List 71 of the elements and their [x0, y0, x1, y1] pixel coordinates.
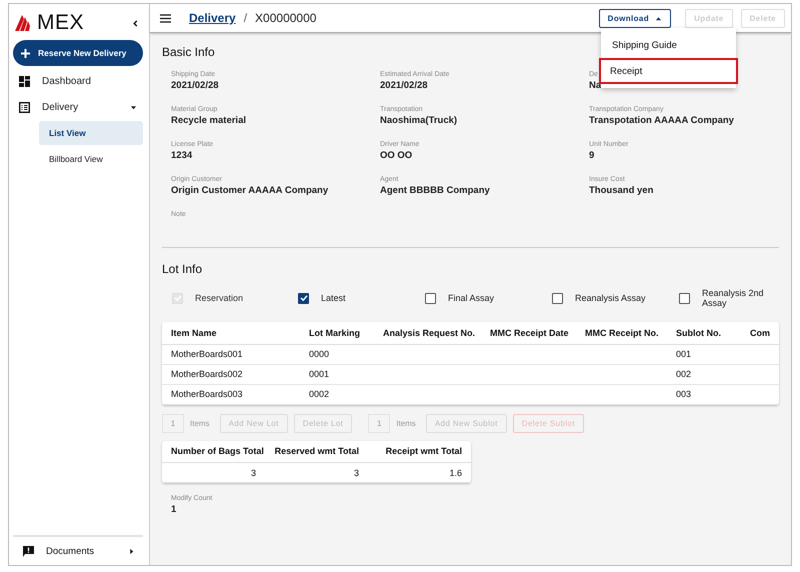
column-header: Item Name — [162, 322, 300, 344]
field-value: 9 — [589, 150, 594, 161]
nav-item[interactable]: Delivery — [13, 94, 143, 120]
checkbox[interactable] — [552, 292, 563, 304]
logo-text: MEX — [37, 11, 84, 35]
column-header: Analysis Request No. — [374, 322, 481, 344]
checkbox[interactable] — [298, 292, 309, 304]
dropdown-button[interactable]: Download — [598, 8, 672, 28]
table-cell: 003 — [667, 384, 741, 404]
checkbox-label: Final Assay — [448, 293, 494, 303]
menu-item[interactable]: Receipt — [599, 58, 738, 84]
checkbox-label: Reanalysis Assay — [575, 293, 646, 303]
nav-item[interactable]: Dashboard — [13, 68, 143, 94]
table-cell: 0000 — [300, 344, 374, 364]
caret-right-icon — [128, 548, 135, 554]
field-value: Na — [589, 80, 602, 91]
table-cell: MotherBoards001 — [162, 344, 300, 364]
table-cell: 3 — [162, 462, 265, 482]
field-value: OO OO — [380, 150, 412, 161]
column-header: Com — [741, 322, 779, 344]
plus-icon — [21, 48, 30, 58]
column-header: Lot Marking — [300, 322, 374, 344]
field-value: Agent BBBBB Company — [380, 185, 490, 196]
menu-icon[interactable] — [160, 14, 171, 22]
field-value: Transpotation AAAAA Company — [589, 115, 734, 126]
field-value: 1234 — [171, 150, 192, 161]
checkbox-label: Latest — [321, 293, 346, 303]
table-cell: 3 — [265, 462, 368, 482]
table-cell: 0002 — [300, 384, 374, 404]
column-header: MMC Receipt No. — [576, 322, 667, 344]
check-icon — [300, 294, 308, 302]
nav-subitem[interactable]: List View — [39, 121, 143, 145]
items-label: Items — [396, 418, 416, 428]
table-cell: 0001 — [300, 364, 374, 384]
dashboard-icon — [19, 76, 30, 86]
items-label: Items — [190, 418, 210, 428]
section-title: Basic Info — [162, 45, 215, 59]
checkbox[interactable] — [425, 292, 436, 304]
field-value: Recycle material — [171, 115, 246, 126]
checkbox-label: Reservation — [195, 293, 244, 303]
column-header: Receipt wmt Total — [368, 440, 471, 462]
table-cell: MotherBoards003 — [162, 384, 300, 404]
page-title: X00000000 — [255, 11, 316, 25]
caret-up-icon — [655, 14, 662, 22]
table-cell: 001 — [667, 344, 741, 364]
nav-subitem[interactable]: Billboard View — [39, 147, 143, 171]
breadcrumb-link[interactable]: Delivery — [189, 11, 236, 25]
column-header: MMC Receipt Date — [481, 322, 576, 344]
chevron-left-icon — [132, 20, 139, 26]
table-cell: 1.6 — [368, 462, 471, 482]
column-header: Sublot No. — [667, 322, 741, 344]
documents-label[interactable]: Documents — [46, 546, 116, 556]
checkbox-label: Reanalysis 2nd Assay — [702, 288, 765, 308]
column-header: Reserved wmt Total — [265, 440, 368, 462]
column-header: Number of Bags Total — [162, 440, 265, 462]
list-icon — [19, 102, 30, 112]
breadcrumb-separator: / — [244, 11, 248, 25]
document-alert-icon — [23, 546, 34, 556]
field-value: Naoshima(Truck) — [380, 115, 458, 126]
reserve-new-delivery-button[interactable]: Reserve New Delivery — [13, 40, 143, 66]
field-value: 2021/02/28 — [171, 80, 219, 91]
check-icon — [174, 294, 182, 302]
field-value: Thousand yen — [589, 185, 654, 196]
checkbox[interactable] — [679, 292, 690, 304]
field-value: 2021/02/28 — [380, 80, 428, 91]
field-value: 1 — [171, 504, 178, 515]
table-cell: MotherBoards002 — [162, 364, 300, 384]
table-cell: 002 — [667, 364, 741, 384]
section-title: Lot Info — [162, 262, 202, 276]
field-value: Origin Customer AAAAA Company — [171, 185, 328, 196]
menu-item[interactable]: Shipping Guide — [601, 32, 736, 58]
